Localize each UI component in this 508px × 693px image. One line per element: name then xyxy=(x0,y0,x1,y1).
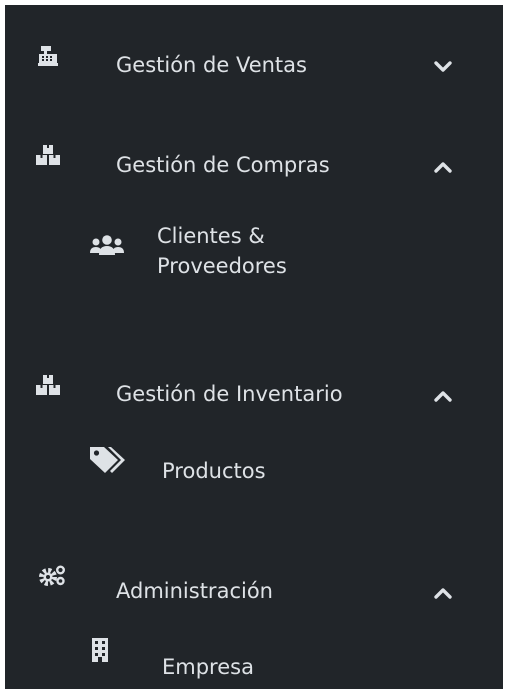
menu-section-administracion[interactable]: Administración xyxy=(5,564,503,612)
cash-register-icon xyxy=(37,45,59,67)
menu-section-compras[interactable]: Gestión de Compras xyxy=(5,139,503,187)
item-label-clientes-proveedores: Clientes & Proveedores xyxy=(157,224,287,279)
item-label-empresa: Empresa xyxy=(162,655,254,679)
section-label-ventas: Gestión de Ventas xyxy=(116,53,307,77)
section-label-administracion: Administración xyxy=(116,579,273,603)
chevron-up-icon[interactable] xyxy=(433,586,453,600)
cogs-icon xyxy=(39,565,67,587)
menu-item-clientes-proveedores[interactable]: Clientes & Proveedores xyxy=(5,217,503,297)
building-icon xyxy=(91,638,109,662)
menu-item-productos[interactable]: Productos xyxy=(5,441,503,491)
menu-item-empresa[interactable]: Empresa xyxy=(5,637,503,683)
section-label-compras: Gestión de Compras xyxy=(116,153,330,177)
boxes-icon xyxy=(36,375,60,395)
sidebar: Gestión de Ventas Gestión de Compras Cli… xyxy=(5,5,503,689)
boxes-icon xyxy=(36,145,60,165)
users-icon xyxy=(89,235,125,257)
menu-section-inventario[interactable]: Gestión de Inventario xyxy=(5,369,503,417)
chevron-down-icon[interactable] xyxy=(433,60,453,74)
chevron-up-icon[interactable] xyxy=(433,389,453,403)
menu-section-ventas[interactable]: Gestión de Ventas xyxy=(5,41,503,89)
section-label-inventario: Gestión de Inventario xyxy=(116,382,343,406)
tags-icon xyxy=(89,445,127,475)
chevron-up-icon[interactable] xyxy=(433,160,453,174)
item-label-productos: Productos xyxy=(162,459,266,483)
